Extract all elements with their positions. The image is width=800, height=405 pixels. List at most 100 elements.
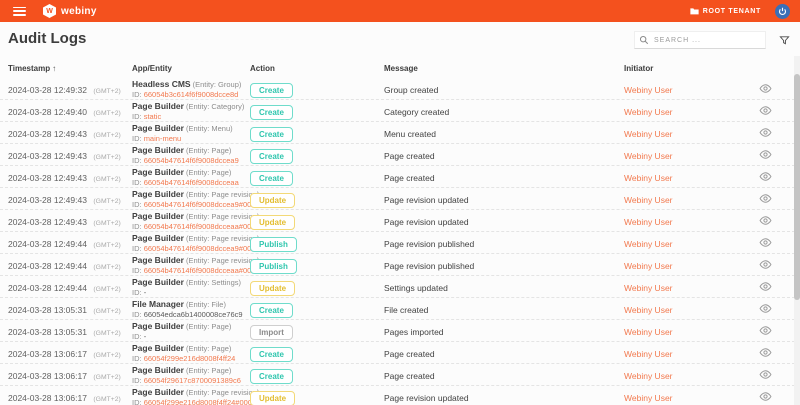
entity-id-value[interactable]: -: [144, 332, 147, 341]
initiator-link[interactable]: Webiny User: [624, 129, 673, 139]
initiator-link[interactable]: Webiny User: [624, 107, 673, 117]
entity-id-value[interactable]: -: [144, 288, 147, 297]
message-cell: Page revision published: [384, 256, 624, 274]
timestamp-cell: 2024-03-28 12:49:43 (GMT+2): [0, 146, 132, 164]
action-badge: Create: [250, 347, 293, 362]
view-details-button[interactable]: [759, 325, 772, 336]
initiator-link[interactable]: Webiny User: [624, 349, 673, 359]
action-badge: Publish: [250, 259, 297, 274]
app-name: Page Builder: [132, 387, 184, 397]
entity-id-label: ID:: [132, 134, 142, 143]
timestamp-cell: 2024-03-28 13:06:17 (GMT+2): [0, 344, 132, 362]
view-details-button[interactable]: [759, 237, 772, 248]
action-cell: Create: [250, 124, 384, 142]
filter-button[interactable]: [779, 33, 790, 51]
search-input[interactable]: [654, 37, 754, 44]
view-details-button[interactable]: [759, 391, 772, 402]
page-title: Audit Logs: [8, 30, 86, 47]
entity-id-value[interactable]: 66054b47614f6f9008dcceaa: [144, 178, 239, 187]
initiator-link[interactable]: Webiny User: [624, 195, 673, 205]
view-details-button[interactable]: [759, 303, 772, 314]
initiator-cell: Webiny User: [624, 168, 747, 186]
initiator-link[interactable]: Webiny User: [624, 393, 673, 403]
entity-id-value[interactable]: 66054b47614f6f9008dccea9#0001: [144, 244, 260, 253]
timestamp-cell: 2024-03-28 12:49:44 (GMT+2): [0, 256, 132, 274]
initiator-link[interactable]: Webiny User: [624, 85, 673, 95]
view-details-button[interactable]: [759, 127, 772, 138]
message-cell: Menu created: [384, 124, 624, 142]
action-badge: Publish: [250, 237, 297, 252]
timestamp-cell: 2024-03-28 12:49:32 (GMT+2): [0, 80, 132, 98]
view-details-button[interactable]: [759, 347, 772, 358]
audit-log-row: 2024-03-28 12:49:43 (GMT+2) Page Builder…: [0, 122, 800, 144]
action-cell: Create: [250, 102, 384, 120]
sort-ascending-icon: ↑: [52, 64, 56, 73]
entity-id-value[interactable]: 66054f299e216d8008f4ff24: [144, 354, 236, 363]
entity-id-value[interactable]: 66054b47614f6f9008dcceaa#0001: [144, 222, 260, 231]
timestamp-cell: 2024-03-28 12:49:43 (GMT+2): [0, 190, 132, 208]
view-details-button[interactable]: [759, 149, 772, 160]
webiny-logo[interactable]: W webiny: [43, 4, 97, 18]
view-details-button[interactable]: [759, 193, 772, 204]
timestamp-value: 2024-03-28 12:49:43: [8, 151, 87, 161]
vertical-scrollbar[interactable]: [794, 56, 800, 405]
tenant-folder-icon: [690, 7, 699, 15]
view-details-button[interactable]: [759, 171, 772, 182]
message-text: Page created: [384, 151, 435, 161]
timezone-label: (GMT+2): [93, 308, 120, 315]
entity-id-label: ID:: [132, 310, 142, 319]
timestamp-cell: 2024-03-28 12:49:44 (GMT+2): [0, 278, 132, 296]
search-box[interactable]: [634, 31, 766, 49]
timezone-label: (GMT+2): [93, 264, 120, 271]
tenant-selector[interactable]: ROOT TENANT: [690, 7, 761, 15]
app-entity-cell: Page Builder(Entity: Page) ID: 66054f296…: [132, 365, 250, 385]
timezone-label: (GMT+2): [93, 154, 120, 161]
entity-id-value[interactable]: 66054b47614f6f9008dcceaa#0001: [144, 266, 260, 275]
entity-type: (Entity: Page): [186, 366, 231, 375]
entity-id-value[interactable]: 66054b3c614f6f9008dcce8d: [144, 90, 239, 99]
initiator-link[interactable]: Webiny User: [624, 327, 673, 337]
initiator-link[interactable]: Webiny User: [624, 239, 673, 249]
initiator-link[interactable]: Webiny User: [624, 261, 673, 271]
message-cell: Category created: [384, 102, 624, 120]
view-details-button[interactable]: [759, 83, 772, 94]
initiator-cell: Webiny User: [624, 322, 747, 340]
audit-log-row: 2024-03-28 12:49:40 (GMT+2) Page Builder…: [0, 100, 800, 122]
filter-icon: [779, 35, 790, 46]
column-header-timestamp[interactable]: Timestamp↑: [0, 64, 132, 73]
entity-id-value[interactable]: 66054f299e216d8008f4ff24#0003: [144, 398, 256, 405]
entity-id-value[interactable]: 66054f29617c8700091389c6: [144, 376, 241, 385]
action-cell: Publish: [250, 234, 384, 252]
entity-id-value[interactable]: 66054b47614f6f9008dccea9: [144, 156, 239, 165]
initiator-link[interactable]: Webiny User: [624, 173, 673, 183]
initiator-link[interactable]: Webiny User: [624, 217, 673, 227]
initiator-link[interactable]: Webiny User: [624, 151, 673, 161]
view-details-button[interactable]: [759, 215, 772, 226]
entity-id-value[interactable]: 66054edca6b1400008ce76c9: [144, 310, 243, 319]
entity-id-value[interactable]: static: [144, 112, 162, 121]
entity-id-label: ID:: [132, 376, 142, 385]
initiator-link[interactable]: Webiny User: [624, 371, 673, 381]
initiator-link[interactable]: Webiny User: [624, 283, 673, 293]
user-avatar[interactable]: [775, 4, 790, 19]
view-details-button[interactable]: [759, 259, 772, 270]
message-text: Settings updated: [384, 283, 448, 293]
menu-icon[interactable]: [13, 7, 26, 16]
initiator-link[interactable]: Webiny User: [624, 305, 673, 315]
search-icon: [639, 35, 649, 45]
entity-id-value[interactable]: main-menu: [144, 134, 182, 143]
entity-id-value[interactable]: 66054b47614f6f9008dccea9#0001: [144, 200, 260, 209]
app-entity-cell: Page Builder(Entity: Page) ID: 66054f299…: [132, 343, 250, 363]
message-cell: Pages imported: [384, 322, 624, 340]
view-details-button[interactable]: [759, 105, 772, 116]
action-badge: Update: [250, 281, 295, 296]
page-header: Audit Logs: [0, 22, 800, 58]
scrollbar-thumb[interactable]: [794, 74, 800, 300]
audit-log-row: 2024-03-28 13:05:31 (GMT+2) File Manager…: [0, 298, 800, 320]
view-details-button[interactable]: [759, 369, 772, 380]
view-details-button[interactable]: [759, 281, 772, 292]
app-entity-cell: Page Builder(Entity: Page) ID: 66054b476…: [132, 145, 250, 165]
initiator-cell: Webiny User: [624, 146, 747, 164]
timezone-label: (GMT+2): [93, 220, 120, 227]
column-header-action: Action: [250, 64, 384, 73]
